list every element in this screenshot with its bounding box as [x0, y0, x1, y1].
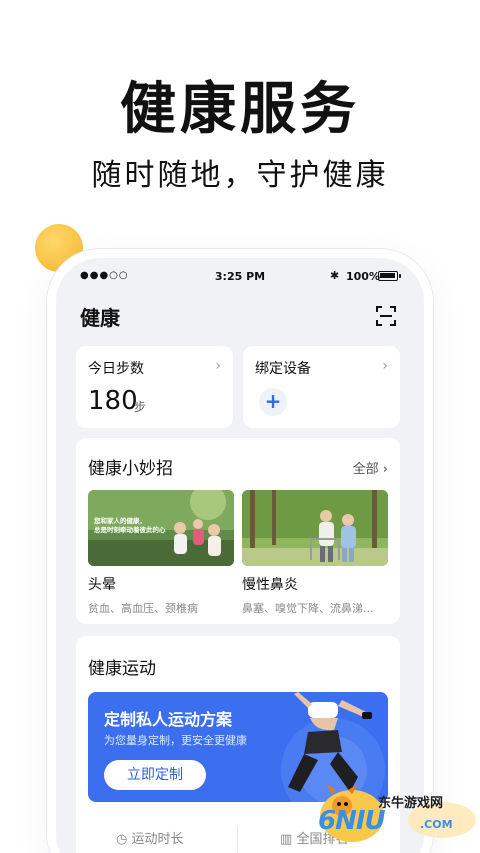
photo-caption-2: 总是时刻牵动着彼此的心 — [94, 525, 166, 534]
device-label: 绑定设备 — [255, 361, 311, 377]
phone-frame: ●●●○○ 3:25 PM ✱ 100% 健康 今日步数 › 180 步 绑定设… — [56, 258, 424, 853]
tip-description: 贫血、高血压、颈椎病 — [88, 602, 198, 615]
photo-caption-1: 您和家人的健康， — [94, 516, 146, 525]
watermark-logo: 6NIU — [318, 806, 386, 836]
tip-name: 头晕 — [88, 577, 116, 593]
app-title: 健康 — [80, 306, 120, 330]
clock-icon: ◷ — [116, 832, 128, 847]
watermark-brand: 东牛游戏网 — [378, 796, 444, 811]
customize-now-button[interactable]: 立即定制 — [104, 760, 206, 790]
hero-title: 健康服务 — [120, 77, 360, 142]
health-tips-card: 健康小妙招 全部 › 您和家人的健康， 总是时刻牵动着彼此的心 头晕 贫血、高血… — [76, 438, 400, 624]
chevron-right-icon: › — [215, 358, 221, 374]
watermark-domain: .COM — [420, 818, 453, 831]
status-bar: ●●●○○ 3:25 PM ✱ 100% — [56, 258, 424, 296]
hero-subtitle: 随时随地，守护健康 — [91, 158, 389, 193]
add-device-button[interactable]: + — [259, 388, 287, 416]
park-photo — [242, 490, 388, 566]
tab-label: 运动时长 — [131, 832, 184, 847]
family-photo: 您和家人的健康， 总是时刻牵动着彼此的心 — [88, 490, 234, 566]
tip-name: 慢性鼻炎 — [242, 577, 298, 593]
steps-label: 今日步数 — [88, 361, 144, 377]
banner-title: 定制私人运动方案 — [104, 710, 233, 729]
battery-percent: 100% — [346, 270, 380, 283]
chevron-right-icon: › — [382, 358, 388, 374]
tab-divider — [237, 826, 238, 852]
bluetooth-icon: ✱ — [330, 269, 340, 282]
tip-item-dizziness[interactable]: 您和家人的健康， 总是时刻牵动着彼此的心 头晕 贫血、高血压、颈椎病 — [88, 490, 234, 616]
bind-device-card[interactable]: 绑定设备 › + — [243, 346, 400, 428]
tab-exercise-duration[interactable]: ◷ 运动时长 — [116, 828, 184, 847]
tips-title: 健康小妙招 — [88, 459, 173, 479]
battery-icon — [378, 271, 401, 281]
scan-icon[interactable] — [376, 306, 396, 326]
banner-subtitle: 为您量身定制，更安全更健康 — [104, 734, 247, 747]
steps-value: 180 — [88, 386, 138, 416]
see-all-link[interactable]: 全部 › — [353, 458, 388, 477]
tip-item-rhinitis[interactable]: 慢性鼻炎 鼻塞、嗅觉下降、流鼻涕... — [242, 490, 388, 616]
steps-card[interactable]: 今日步数 › 180 步 — [76, 346, 233, 428]
exercise-title: 健康运动 — [88, 659, 156, 679]
tip-description: 鼻塞、嗅觉下降、流鼻涕... — [242, 602, 374, 615]
steps-unit: 步 — [134, 400, 147, 414]
bar-chart-icon: ▥ — [280, 832, 293, 847]
